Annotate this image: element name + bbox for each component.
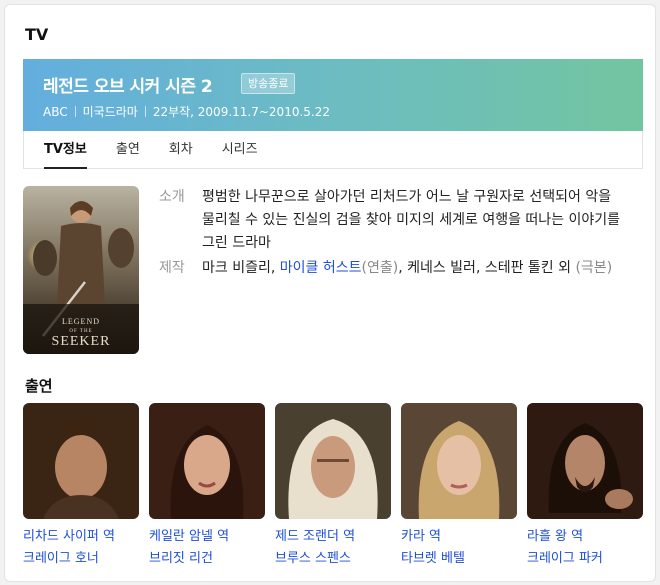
cast-actor[interactable]: 브리짓 리건 <box>149 548 265 570</box>
poster-image[interactable]: LEGEND OF THE SEEKER <box>23 186 139 354</box>
cast-photo[interactable] <box>527 403 643 519</box>
synopsis-text: 평범한 나무꾼으로 살아가던 리처드가 어느 날 구원자로 선택되어 악을 물리… <box>202 189 621 251</box>
tab-series[interactable]: 시리즈 <box>222 131 258 168</box>
meta-divider <box>74 106 76 117</box>
cast-member[interactable]: 리차드 사이퍼 역 크레이그 호너 <box>23 403 139 570</box>
production-names-2: , 케네스 빌러, 스테판 톨킨 외 <box>398 260 576 276</box>
program-title[interactable]: 레전드 오브 시커 시즌 2 <box>43 72 213 97</box>
cast-photo[interactable] <box>149 403 265 519</box>
synopsis-label: 소개 <box>159 189 185 205</box>
poster-logo-seeker: SEEKER <box>52 334 111 349</box>
writer-role: (극본) <box>575 260 613 276</box>
cast-role[interactable]: 카라 역 <box>401 526 517 548</box>
cast-section-title: 출연 <box>25 377 53 395</box>
tab-tv-info[interactable]: TV정보 <box>44 131 87 169</box>
cast-role[interactable]: 케일란 암넬 역 <box>149 526 265 548</box>
meta-divider <box>144 106 146 117</box>
director-link[interactable]: 마이클 허스트 <box>280 260 362 276</box>
cast-member[interactable]: 라흘 왕 역 크레이그 파커 <box>527 403 643 570</box>
cast-list: 리차드 사이퍼 역 크레이그 호너 케일란 암넬 역 브리짓 리건 제드 조랜더… <box>23 403 653 570</box>
cast-member[interactable]: 케일란 암넬 역 브리짓 리건 <box>149 403 265 570</box>
program-meta: ABC 미국드라마 22부작, 2009.11.7~2010.5.22 <box>43 103 330 120</box>
production-text: 마크 비즐리, 마이클 허스트(연출), 케네스 빌러, 스테판 톨킨 외 (극… <box>202 257 647 280</box>
cast-actor[interactable]: 타브렛 베텔 <box>401 548 517 570</box>
production-row: 제작 마크 비즐리, 마이클 허스트(연출), 케네스 빌러, 스테판 톨킨 외… <box>159 257 647 280</box>
tv-info-card: TV 레전드 오브 시커 시즌 2 방송종료 ABC 미국드라마 22부작, 2… <box>4 4 656 582</box>
cast-photo[interactable] <box>275 403 391 519</box>
status-badge: 방송종료 <box>241 73 296 94</box>
production-label: 제작 <box>159 260 185 276</box>
cast-role[interactable]: 리차드 사이퍼 역 <box>23 526 139 548</box>
production-names-1: 마크 비즐리, <box>202 260 280 276</box>
tab-cast[interactable]: 출연 <box>116 131 140 168</box>
genre-label: 미국드라마 <box>82 105 138 119</box>
tab-episodes[interactable]: 회차 <box>169 131 193 168</box>
cast-photo[interactable] <box>23 403 139 519</box>
network-label: ABC <box>43 104 68 119</box>
cast-photo[interactable] <box>401 403 517 519</box>
director-role: (연출) <box>361 260 399 276</box>
cast-actor[interactable]: 브루스 스펜스 <box>275 548 391 570</box>
synopsis-row: 소개 평범한 나무꾼으로 살아가던 리처드가 어느 날 구원자로 선택되어 악을… <box>159 186 647 255</box>
program-banner: 레전드 오브 시커 시즌 2 방송종료 ABC 미국드라마 22부작, 2009… <box>23 59 643 131</box>
cast-actor[interactable]: 크레이그 파커 <box>527 548 643 570</box>
episodes-dates-label: 22부작, 2009.11.7~2010.5.22 <box>152 105 330 119</box>
poster-logo-legend: LEGEND <box>62 317 100 326</box>
program-info: 소개 평범한 나무꾼으로 살아가던 리처드가 어느 날 구원자로 선택되어 악을… <box>159 186 647 282</box>
cast-role[interactable]: 라흘 왕 역 <box>527 526 643 548</box>
tab-bar: TV정보 출연 회차 시리즈 <box>23 131 643 169</box>
cast-role[interactable]: 제드 조랜더 역 <box>275 526 391 548</box>
section-title: TV <box>25 25 49 44</box>
cast-member[interactable]: 카라 역 타브렛 베텔 <box>401 403 517 570</box>
cast-member[interactable]: 제드 조랜더 역 브루스 스펜스 <box>275 403 391 570</box>
cast-actor[interactable]: 크레이그 호너 <box>23 548 139 570</box>
